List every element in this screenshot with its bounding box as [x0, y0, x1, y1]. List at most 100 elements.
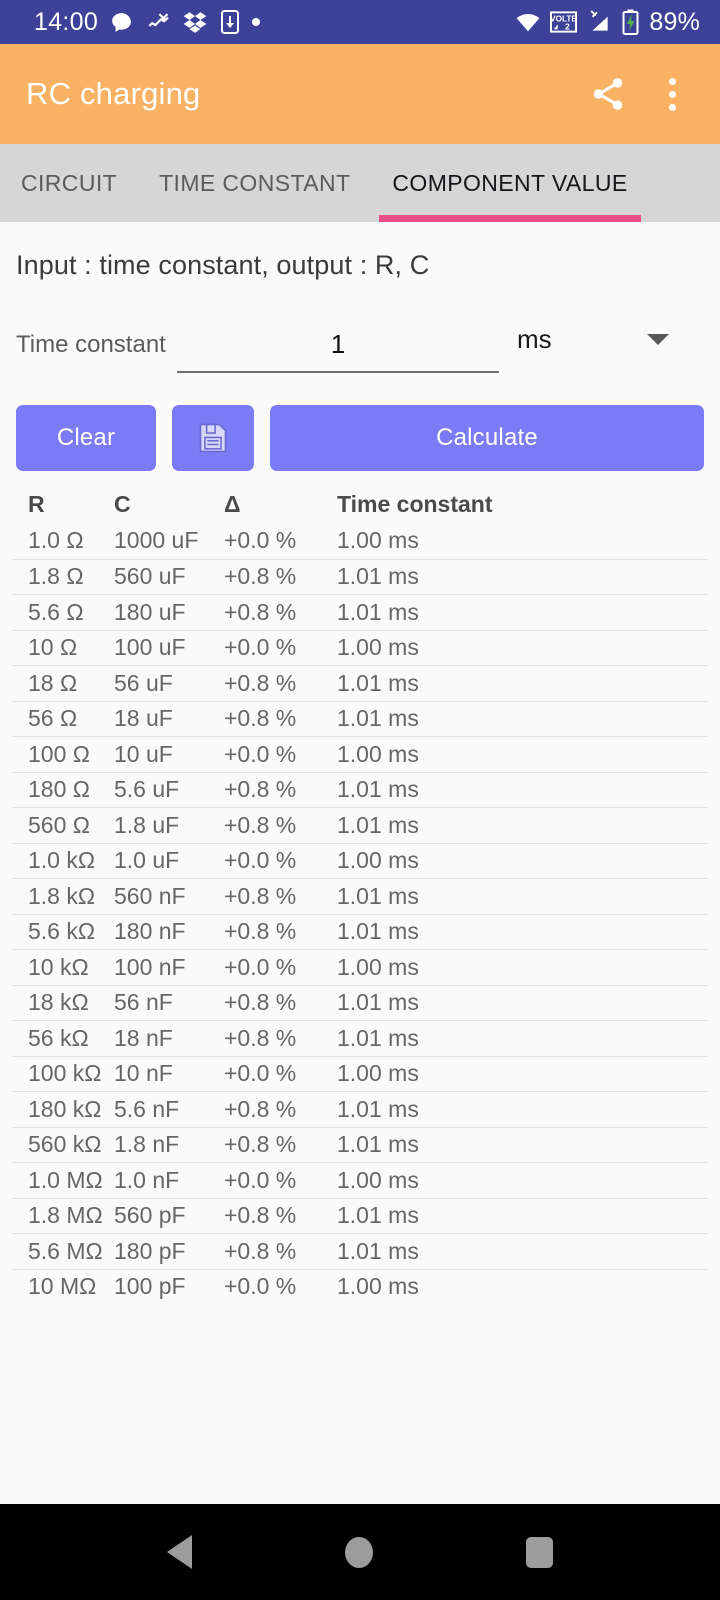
save-icon [196, 421, 230, 455]
action-button-row: Clear Calculate [0, 373, 720, 471]
cell-r: 1.0 kΩ [28, 847, 96, 874]
cell-delta: +0.8 % [224, 1131, 297, 1158]
cell-time-constant: 1.01 ms [337, 882, 419, 909]
cell-r: 56 Ω [28, 705, 78, 732]
time-constant-input[interactable]: 1 [177, 317, 499, 373]
column-header-time-constant: Time constant [337, 490, 493, 517]
tab-time-constant[interactable]: TIME CONSTANT [138, 144, 371, 222]
cell-time-constant: 1.00 ms [337, 740, 419, 767]
cell-time-constant: 1.00 ms [337, 1273, 419, 1300]
back-icon[interactable] [166, 1535, 192, 1569]
cell-r: 1.0 Ω [28, 527, 84, 554]
cell-r: 5.6 MΩ [28, 1237, 103, 1264]
cell-time-constant: 1.01 ms [337, 776, 419, 803]
cell-r: 1.8 Ω [28, 563, 84, 590]
cell-delta: +0.8 % [224, 705, 297, 732]
cell-c: 1000 uF [114, 527, 199, 554]
cell-delta: +0.8 % [224, 989, 297, 1016]
cell-delta: +0.8 % [224, 811, 297, 838]
home-icon[interactable] [344, 1536, 373, 1568]
cell-c: 100 uF [114, 634, 186, 661]
cell-r: 10 Ω [28, 634, 78, 661]
time-constant-value: 1 [330, 328, 346, 359]
battery-percent-label: 89% [649, 7, 700, 36]
cell-r: 10 MΩ [28, 1273, 97, 1300]
column-header-delta: Δ [224, 490, 241, 517]
cell-r: 100 Ω [28, 740, 90, 767]
cell-c: 56 nF [114, 989, 173, 1016]
cell-r: 560 kΩ [28, 1131, 102, 1158]
table-row: 1.8 Ω 560 uF +0.8 % 1.01 ms [12, 558, 708, 595]
cell-time-constant: 1.01 ms [337, 918, 419, 945]
share-icon[interactable] [589, 75, 627, 113]
column-header-c: C [114, 490, 131, 517]
tab-component-value[interactable]: COMPONENT VALUE [371, 144, 648, 222]
cell-c: 5.6 uF [114, 776, 180, 803]
cell-r: 56 kΩ [28, 1024, 89, 1051]
clear-button[interactable]: Clear [16, 405, 156, 471]
results-table: R C Δ Time constant 1.0 Ω 1000 uF +0.0 % 1.… [0, 471, 720, 1304]
cell-delta: +0.8 % [224, 1237, 297, 1264]
save-button[interactable] [172, 405, 254, 471]
cell-c: 180 nF [114, 918, 186, 945]
svg-text:2: 2 [565, 22, 570, 32]
cell-r: 1.8 kΩ [28, 882, 96, 909]
cell-c: 100 nF [114, 953, 186, 980]
cell-time-constant: 1.01 ms [337, 669, 419, 696]
table-row: 10 kΩ 100 nF +0.0 % 1.00 ms [12, 949, 708, 985]
no-signal-icon [586, 9, 612, 35]
svg-text:VOLTE: VOLTE [551, 15, 578, 24]
status-bar-clock: 14:00 [34, 7, 99, 36]
cell-c: 100 pF [114, 1273, 186, 1300]
table-row: 1.0 MΩ 1.0 nF +0.0 % 1.00 ms [12, 1162, 708, 1198]
cell-time-constant: 1.00 ms [337, 1166, 419, 1193]
cell-c: 1.8 uF [114, 811, 180, 838]
message-icon [109, 10, 134, 35]
recents-icon[interactable] [526, 1536, 554, 1568]
cell-delta: +0.8 % [224, 669, 297, 696]
table-row: 1.8 kΩ 560 nF +0.8 % 1.01 ms [12, 878, 708, 914]
cell-r: 1.8 MΩ [28, 1202, 103, 1229]
table-row: 10 MΩ 100 pF +0.0 % 1.00 ms [12, 1268, 708, 1305]
table-body: 1.0 Ω 1000 uF +0.0 % 1.00 ms 1.8 Ω 560 uF +0.8… [12, 523, 708, 1304]
table-row: 100 Ω 10 uF +0.0 % 1.00 ms [12, 736, 708, 772]
cell-time-constant: 1.00 ms [337, 1060, 419, 1087]
cell-time-constant: 1.01 ms [337, 705, 419, 732]
cell-c: 5.6 nF [114, 1095, 180, 1122]
cell-c: 560 uF [114, 563, 186, 590]
cell-delta: +0.0 % [224, 1166, 297, 1193]
cell-delta: +0.8 % [224, 882, 297, 909]
cell-delta: +0.8 % [224, 563, 297, 590]
cell-c: 560 nF [114, 882, 186, 909]
cell-time-constant: 1.00 ms [337, 953, 419, 980]
overflow-menu-icon[interactable] [661, 72, 684, 117]
cell-delta: +0.0 % [224, 740, 297, 767]
unit-dropdown[interactable]: ms [517, 324, 669, 373]
cell-r: 180 Ω [28, 776, 90, 803]
status-bar-left: 14:00 [16, 7, 261, 37]
table-row: 1.0 Ω 1000 uF +0.0 % 1.00 ms [12, 523, 708, 559]
table-header-row: R C Δ Time constant [12, 485, 708, 523]
missed-call-icon [145, 9, 171, 35]
cell-time-constant: 1.00 ms [337, 634, 419, 661]
table-row: 5.6 kΩ 180 nF +0.8 % 1.01 ms [12, 913, 708, 950]
calculate-button[interactable]: Calculate [270, 405, 704, 471]
cell-c: 180 uF [114, 598, 186, 625]
cell-c: 1.8 nF [114, 1131, 180, 1158]
cell-time-constant: 1.01 ms [337, 1202, 419, 1229]
cell-c: 1.0 uF [114, 847, 180, 874]
tab-circuit[interactable]: CIRCUIT [0, 144, 138, 222]
cell-time-constant: 1.01 ms [337, 811, 419, 838]
cell-time-constant: 1.00 ms [337, 847, 419, 874]
cell-time-constant: 1.01 ms [337, 989, 419, 1016]
dot-icon [252, 18, 261, 26]
cell-time-constant: 1.01 ms [337, 598, 419, 625]
cell-c: 180 pF [114, 1237, 186, 1264]
dropbox-icon [182, 9, 208, 35]
cell-c: 56 uF [114, 669, 173, 696]
unit-selected-value: ms [517, 324, 552, 354]
table-row: 56 kΩ 18 nF +0.8 % 1.01 ms [12, 1020, 708, 1056]
table-row: 10 Ω 100 uF +0.0 % 1.00 ms [12, 629, 708, 666]
cell-r: 18 Ω [28, 669, 78, 696]
wifi-icon [515, 9, 541, 35]
